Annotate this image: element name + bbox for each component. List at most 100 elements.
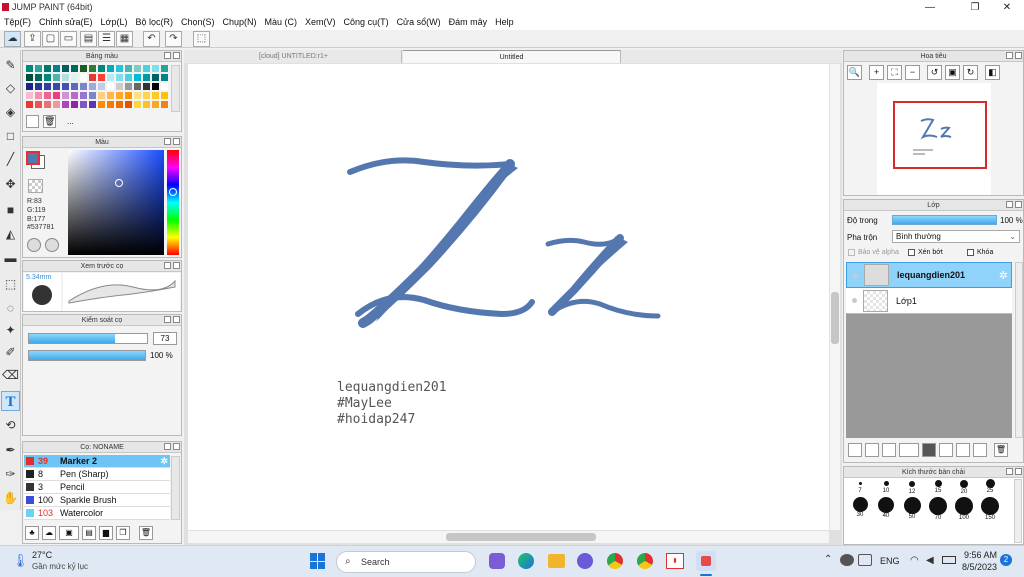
pen-tool-icon[interactable]: ✑: [1, 464, 20, 484]
rotate-right-icon[interactable]: ↻: [963, 65, 978, 80]
blend-mode-select[interactable]: Bình thường ⌄: [892, 230, 1020, 243]
folder-icon[interactable]: [922, 443, 936, 457]
brush-size-value[interactable]: 73: [153, 332, 177, 345]
brush-size-option[interactable]: 12: [899, 479, 925, 495]
palette-swatch[interactable]: [142, 100, 151, 109]
palette-swatch[interactable]: [61, 91, 70, 100]
clock-date[interactable]: 8/5/2023: [962, 562, 997, 572]
windows-start-icon[interactable]: [310, 553, 326, 569]
palette-swatch[interactable]: [151, 82, 160, 91]
palette-swatch[interactable]: [106, 82, 115, 91]
chrome-icon[interactable]: [607, 553, 623, 569]
layer-opacity-slider[interactable]: [892, 215, 997, 225]
palette-swatch[interactable]: [70, 82, 79, 91]
weather-temp[interactable]: 27°C: [32, 550, 52, 560]
rotate-left-icon[interactable]: ↺: [927, 65, 942, 80]
brush-size-option[interactable]: 150: [977, 497, 1003, 521]
palette-swatch[interactable]: [97, 64, 106, 73]
palette-swatch[interactable]: [52, 64, 61, 73]
brush-item[interactable]: 100 Sparkle Brush: [24, 494, 170, 507]
menu-tools[interactable]: Công cụ(T): [340, 15, 393, 30]
palette-swatch[interactable]: [88, 100, 97, 109]
operation-tool-icon[interactable]: ⟲: [1, 415, 20, 435]
palette-swatch[interactable]: [88, 82, 97, 91]
magic-wand-tool-icon[interactable]: ✦: [1, 320, 20, 340]
menu-select[interactable]: Chọn(S): [177, 15, 219, 30]
foreground-color-swatch[interactable]: [26, 151, 40, 165]
list-icon[interactable]: ☰: [98, 31, 115, 47]
new-layer-8bit-icon[interactable]: [865, 443, 879, 457]
palette-swatch[interactable]: [43, 100, 52, 109]
palette-swatch[interactable]: [142, 73, 151, 82]
palette-swatch[interactable]: [106, 100, 115, 109]
palette-swatch[interactable]: [70, 73, 79, 82]
deselect-icon[interactable]: ⬚: [193, 31, 210, 47]
menu-window[interactable]: Cửa sổ(W): [393, 15, 445, 30]
palette-swatch[interactable]: [88, 91, 97, 100]
battery-icon[interactable]: [942, 556, 956, 564]
menu-color[interactable]: Màu (C): [261, 15, 302, 30]
palette-swatch[interactable]: [61, 100, 70, 109]
brush-item[interactable]: 39 Marker 2 ✲: [24, 455, 170, 468]
comment-icon[interactable]: ▢: [42, 31, 59, 47]
menu-help[interactable]: Help: [491, 15, 518, 30]
reset-rotation-icon[interactable]: ▣: [945, 65, 960, 80]
menu-filter[interactable]: Bộ lọc(R): [131, 15, 177, 30]
visibility-icon[interactable]: [852, 298, 857, 303]
palette-swatch[interactable]: [124, 73, 133, 82]
palette-swatch[interactable]: [151, 64, 160, 73]
brush-size-option[interactable]: 40: [873, 497, 899, 521]
palette-swatch[interactable]: [43, 73, 52, 82]
line-tool-icon[interactable]: ╱: [1, 149, 20, 169]
palette-swatch[interactable]: [52, 91, 61, 100]
palette-swatch[interactable]: [151, 73, 160, 82]
notification-badge[interactable]: 2: [1000, 554, 1012, 566]
move-tool-icon[interactable]: ✥: [1, 174, 20, 194]
palette-swatch[interactable]: [133, 100, 142, 109]
palette-swatch[interactable]: [88, 73, 97, 82]
palette-swatch[interactable]: [124, 91, 133, 100]
brush-item[interactable]: 103 Watercolor: [24, 507, 170, 520]
cloud-icon[interactable]: ☁: [4, 31, 21, 47]
palette-swatch[interactable]: [25, 64, 34, 73]
brush-tool-icon[interactable]: ✎: [1, 55, 20, 75]
palette-swatch[interactable]: [124, 64, 133, 73]
palette-swatch[interactable]: [160, 73, 169, 82]
cloud-sync-icon[interactable]: [840, 554, 854, 566]
text-tool-icon[interactable]: T: [1, 391, 20, 411]
palette-swatch[interactable]: [115, 82, 124, 91]
color-picker-icon[interactable]: [45, 238, 59, 252]
palette-swatch[interactable]: [133, 64, 142, 73]
select-pen-tool-icon[interactable]: ✐: [1, 342, 20, 362]
palette-swatch[interactable]: [34, 64, 43, 73]
palette-swatch[interactable]: [142, 82, 151, 91]
palette-swatch[interactable]: [25, 73, 34, 82]
palette-swatch[interactable]: [25, 91, 34, 100]
palette-swatch[interactable]: [79, 73, 88, 82]
dropper-tool-icon[interactable]: ✒: [1, 440, 20, 460]
menu-view[interactable]: Xem(V): [301, 15, 340, 30]
palette-swatch[interactable]: [115, 64, 124, 73]
palette-swatch[interactable]: [34, 73, 43, 82]
brush-size-option[interactable]: 15: [925, 479, 951, 495]
palette-swatch[interactable]: [115, 100, 124, 109]
brush-size-option[interactable]: 50: [899, 497, 925, 521]
eraser2-tool-icon[interactable]: ◈: [1, 102, 20, 122]
visibility-icon[interactable]: [853, 272, 858, 278]
chevron-up-icon[interactable]: ⌃: [824, 554, 832, 565]
wifi-icon[interactable]: ◠: [910, 555, 919, 566]
palette-swatch[interactable]: [88, 64, 97, 73]
hue-slider[interactable]: [167, 150, 179, 255]
layer-row[interactable]: Lớp1: [846, 288, 1012, 314]
palette-swatch[interactable]: [61, 73, 70, 82]
brush-size-option[interactable]: 25: [977, 479, 1003, 495]
palette-swatch[interactable]: [34, 82, 43, 91]
palette-swatch[interactable]: [106, 91, 115, 100]
brush-size-option[interactable]: 10: [873, 479, 899, 495]
palette-swatch[interactable]: [34, 100, 43, 109]
rectangle-tool-icon[interactable]: □: [1, 126, 20, 146]
palette-more-button[interactable]: ...: [67, 117, 74, 126]
palette-swatch[interactable]: [25, 100, 34, 109]
palette-swatches[interactable]: [25, 64, 170, 110]
protect-alpha-checkbox[interactable]: [848, 249, 855, 256]
